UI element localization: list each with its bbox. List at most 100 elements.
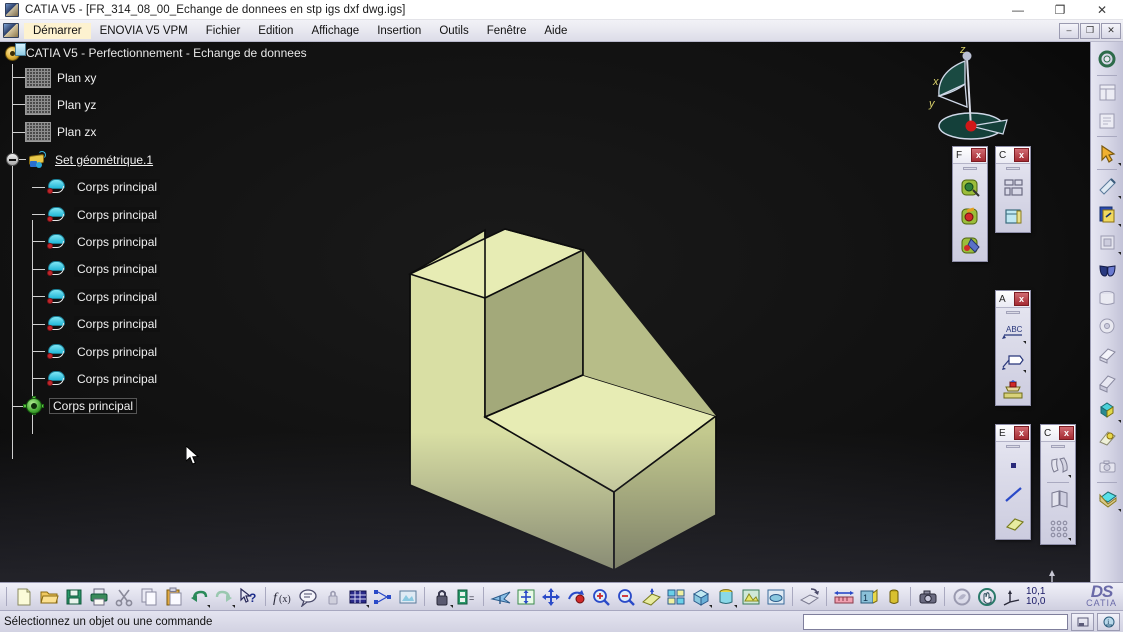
tree-item-plan-zx[interactable]: Plan zx [0,119,330,146]
normal-view-icon[interactable] [638,584,663,609]
paste-icon[interactable] [161,584,186,609]
swap-visible-icon[interactable] [763,584,788,609]
capture-icon[interactable] [915,584,940,609]
menu-enovia[interactable]: ENOVIA V5 VPM [91,23,197,39]
open-icon[interactable] [36,584,61,609]
chevron-down-icon[interactable] [709,605,712,608]
close-button[interactable]: ✕ [1081,0,1123,20]
tree-item-corps-6[interactable]: Corps principal [0,311,330,338]
catalog-icon[interactable] [1093,78,1122,106]
3d-compass[interactable]: x y z [915,44,1025,152]
menu-fichier[interactable]: Fichier [197,23,250,39]
toolbar-c-bottom-close-icon[interactable]: x [1059,426,1074,440]
plane-icon[interactable] [1000,510,1027,537]
tree-item-main-body[interactable]: Corps principal [0,393,330,420]
tree-item-corps-4[interactable]: Corps principal [0,256,330,283]
tree-root[interactable]: CATIA V5 - Perfectionnement - Echange de… [0,42,330,64]
redo-icon[interactable] [211,584,236,609]
gear-icon[interactable] [1093,45,1122,73]
info-icon[interactable]: i [1097,612,1120,631]
render-style-icon[interactable] [713,584,738,609]
layers-icon[interactable] [1093,485,1122,513]
multi-view-icon[interactable] [663,584,688,609]
window-icon[interactable] [1000,203,1027,230]
maximize-button[interactable]: ❐ [1039,0,1081,20]
shade-icon[interactable] [1093,340,1122,368]
disc-icon[interactable] [1093,312,1122,340]
grid-icon[interactable] [345,584,370,609]
undo-icon[interactable] [186,584,211,609]
relations-icon[interactable] [370,584,395,609]
camera-icon[interactable] [1093,452,1122,480]
tree-item-corps-2[interactable]: Corps principal [0,201,330,228]
toolbar-f-close-icon[interactable]: x [971,148,986,162]
save-icon[interactable] [61,584,86,609]
toolbar-c-top-titlebar[interactable]: C x [996,147,1030,164]
lock-icon[interactable] [320,584,345,609]
measure-item-icon[interactable] [1093,106,1122,134]
measure-item-icon[interactable]: 1 [856,584,881,609]
tree-item-plan-xy[interactable]: Plan xy [0,64,330,91]
chevron-down-icon[interactable] [207,605,210,608]
hand-pan-icon[interactable] [974,584,999,609]
fly-icon[interactable] [488,584,513,609]
fill-icon[interactable] [957,232,984,259]
glasses-icon[interactable] [1093,256,1122,284]
comment-icon[interactable] [295,584,320,609]
abc-text-icon[interactable]: ABC [1000,318,1027,345]
toolbar-e-grip[interactable] [996,442,1030,450]
specification-tree[interactable]: CATIA V5 - Perfectionnement - Echange de… [0,42,330,459]
material-icon[interactable] [1093,424,1122,452]
toolbar-c-top-grip[interactable] [996,164,1030,172]
pan-icon[interactable] [538,584,563,609]
chevron-down-icon[interactable] [1117,224,1121,227]
toolbar-a-grip[interactable] [996,308,1030,316]
minimize-panel-icon[interactable] [1071,612,1094,631]
array-icon[interactable] [1045,515,1072,542]
toolbar-a-close-icon[interactable]: x [1014,292,1029,306]
minimize-button[interactable]: — [997,0,1039,20]
print-icon[interactable] [86,584,111,609]
sketch-icon[interactable] [1093,172,1122,200]
inner-close-button[interactable]: ✕ [1101,22,1121,39]
repair-icon[interactable] [957,203,984,230]
iso-view-icon[interactable] [688,584,713,609]
chevron-down-icon[interactable] [1117,163,1121,166]
menu-aide[interactable]: Aide [535,23,576,39]
tree-item-corps-1[interactable]: Corps principal [0,174,330,201]
toolbar-c-bottom[interactable]: C x [1040,424,1076,545]
toolbar-a-titlebar[interactable]: A x [996,291,1030,308]
analyze-icon[interactable] [949,584,974,609]
heal-icon[interactable] [957,174,984,201]
update-icon[interactable] [1093,200,1122,228]
hide-show-icon[interactable] [738,584,763,609]
chevron-down-icon[interactable] [1022,370,1026,373]
menu-demarrer[interactable]: Démarrer [24,22,91,39]
rotate-icon[interactable] [563,584,588,609]
tree-item-plan-yz[interactable]: Plan yz [0,91,330,118]
toolbar-f-grip[interactable] [953,164,987,172]
tree-item-corps-3[interactable]: Corps principal [0,228,330,255]
image-icon[interactable] [395,584,420,609]
stamp-icon[interactable] [1000,376,1027,403]
padlock-icon[interactable] [429,584,454,609]
inner-restore-button[interactable]: ❐ [1080,22,1100,39]
fit-all-icon[interactable] [513,584,538,609]
toolbar-c-bottom-grip[interactable] [1041,442,1075,450]
menu-fenetre[interactable]: Fenêtre [478,23,536,39]
chevron-down-icon[interactable] [1067,475,1071,478]
chevron-down-icon[interactable] [366,605,369,608]
tree-item-corps-8[interactable]: Corps principal [0,365,330,392]
cylinder-icon[interactable] [1093,284,1122,312]
point-icon[interactable] [1000,452,1027,479]
split-icon[interactable] [1045,486,1072,513]
select-arrow-icon[interactable] [1093,139,1122,167]
new-icon[interactable] [11,584,36,609]
expander-collapse-icon[interactable] [6,153,19,167]
toolbar-e-close-icon[interactable]: x [1014,426,1029,440]
formula-icon[interactable]: f (x) [270,584,295,609]
chevron-down-icon[interactable] [1117,196,1121,199]
measure-inertia-icon[interactable] [881,584,906,609]
tree-item-corps-7[interactable]: Corps principal [0,338,330,365]
chevron-down-icon[interactable] [450,605,453,608]
